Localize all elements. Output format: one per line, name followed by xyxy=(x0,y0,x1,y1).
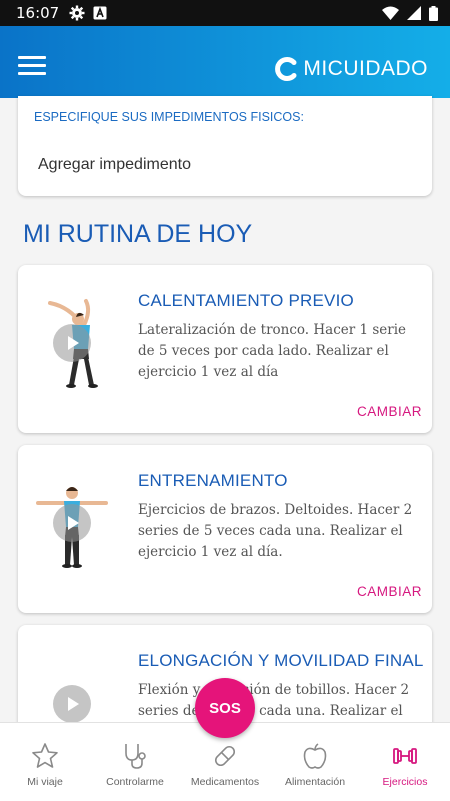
nav-label: Alimentación xyxy=(284,776,346,788)
exercise-title: CALENTAMIENTO PREVIO xyxy=(138,291,354,310)
stethoscope-icon xyxy=(125,744,146,769)
nav-item-controlarme[interactable]: Controlarme xyxy=(90,723,180,801)
signal-icon xyxy=(407,6,421,20)
play-video-button[interactable] xyxy=(53,324,91,362)
keyboard-a-icon xyxy=(93,6,107,20)
battery-icon xyxy=(429,5,438,21)
nav-label: Ejercicios xyxy=(382,776,428,788)
impairments-card: ESPECIFIQUE SUS IMPEDIMENTOS FISICOS: Ag… xyxy=(18,96,432,196)
play-video-button[interactable] xyxy=(53,685,91,723)
exercise-card-warmup[interactable]: CALENTAMIENTO PREVIO Lateralización de t… xyxy=(18,265,432,433)
nav-item-mi-viaje[interactable]: Mi viaje xyxy=(0,723,90,801)
brand-name: MICUIDADO xyxy=(303,57,428,80)
add-impairment-button[interactable]: Agregar impedimento xyxy=(38,156,191,174)
app-logo: MICUIDADO xyxy=(273,56,428,82)
status-time: 16:07 xyxy=(16,4,60,22)
exercise-description: Ejercicios de brazos. Deltoides. Hacer 2… xyxy=(138,502,413,560)
pill-icon xyxy=(214,745,236,767)
menu-icon[interactable] xyxy=(18,56,46,76)
nav-label: Medicamentos xyxy=(190,776,260,788)
change-exercise-button[interactable]: CAMBIAR xyxy=(357,404,422,419)
logo-c-icon xyxy=(275,57,297,81)
settings-gear-icon xyxy=(69,5,85,21)
exercise-title: ELONGACIÓN Y MOVILIDAD FINAL xyxy=(138,651,424,670)
wifi-icon xyxy=(382,6,399,20)
exercise-card-training[interactable]: ENTRENAMIENTO Ejercicios de brazos. Delt… xyxy=(18,445,432,613)
star-icon xyxy=(32,743,58,768)
change-exercise-button[interactable]: CAMBIAR xyxy=(357,584,422,599)
app-bar: MICUIDADO xyxy=(0,26,450,98)
sos-button[interactable]: SOS xyxy=(195,678,255,738)
routine-title: MI RUTINA DE HOY xyxy=(23,220,253,248)
nav-item-ejercicios[interactable]: Ejercicios xyxy=(360,723,450,801)
nav-label: Mi viaje xyxy=(27,776,63,788)
impairments-label: ESPECIFIQUE SUS IMPEDIMENTOS FISICOS: xyxy=(34,110,304,124)
nav-item-alimentacion[interactable]: Alimentación xyxy=(270,723,360,801)
exercise-title: ENTRENAMIENTO xyxy=(138,471,288,490)
status-bar: 16:07 xyxy=(0,0,450,26)
dumbbell-icon xyxy=(393,748,417,764)
nav-label: Controlarme xyxy=(106,776,164,788)
apple-icon xyxy=(303,743,327,769)
play-video-button[interactable] xyxy=(53,504,91,542)
exercise-description: Lateralización de tronco. Hacer 1 serie … xyxy=(138,322,407,380)
